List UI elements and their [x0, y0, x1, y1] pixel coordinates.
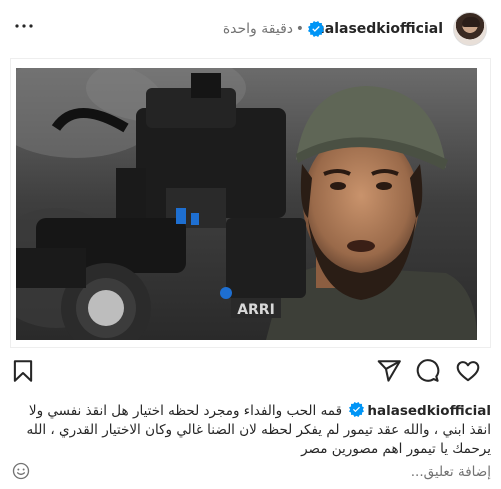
more-options-icon[interactable]: [12, 14, 36, 38]
post-header: halasedkiofficial • دقيقة واحدة: [0, 0, 501, 58]
emoji-icon[interactable]: [12, 462, 30, 480]
save-bookmark-icon[interactable]: [10, 358, 36, 384]
post-caption: halasedkiofficial قمه الحب والفداء ومجرد…: [10, 402, 491, 459]
comment-bubble-icon[interactable]: [414, 358, 440, 384]
post-photo[interactable]: ARRI: [16, 68, 477, 340]
verified-badge-icon: [308, 21, 324, 37]
separator-dot: •: [295, 21, 304, 37]
arri-logo-text: ARRI: [237, 302, 275, 318]
caption-verified-badge-icon: [349, 402, 365, 417]
post-time[interactable]: دقيقة واحدة: [223, 21, 293, 37]
account-username[interactable]: halasedkiofficial: [315, 21, 443, 37]
comment-input[interactable]: [71, 461, 491, 483]
like-heart-icon[interactable]: [455, 358, 481, 384]
comment-row: [0, 458, 501, 486]
photo-illustration: ARRI: [16, 68, 477, 340]
avatar[interactable]: [453, 12, 487, 46]
share-paper-plane-icon[interactable]: [376, 358, 402, 384]
caption-username[interactable]: halasedkiofficial: [367, 403, 491, 419]
